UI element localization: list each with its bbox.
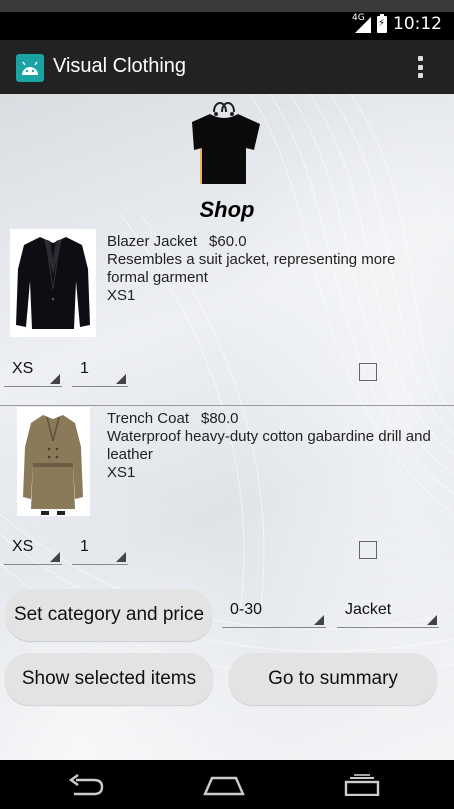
item-size: XS1 — [107, 464, 136, 481]
back-icon[interactable] — [66, 774, 106, 796]
signal-icon: 4G — [352, 13, 371, 33]
spinner-arrow-icon — [427, 615, 437, 625]
trench-coat-photo — [17, 407, 90, 516]
home-icon[interactable] — [202, 774, 246, 796]
status-bar: 4G ⚡ 10:12 — [0, 0, 454, 40]
size-spinner[interactable]: XS — [4, 358, 62, 387]
category-spinner[interactable]: Jacket — [337, 599, 439, 628]
category-value: Jacket — [345, 601, 392, 618]
item-name-price: Trench Coat $80.0 — [107, 410, 239, 427]
price-range-value: 0-30 — [230, 601, 263, 618]
item-description: Waterproof heavy-duty cotton gabardine d… — [107, 428, 431, 463]
item-description: Resembles a suit jacket, representing mo… — [107, 251, 396, 286]
item-divider — [0, 405, 454, 406]
spinner-arrow-icon — [50, 374, 60, 384]
app-title: Visual Clothing — [53, 55, 187, 77]
blazer-jacket-photo — [10, 229, 96, 337]
spinner-arrow-icon — [50, 552, 60, 562]
status-icons: 4G ⚡ 10:12 — [352, 13, 442, 34]
overflow-menu-icon[interactable] — [418, 56, 424, 78]
shop-title: Shop — [199, 197, 255, 222]
spinner-arrow-icon — [116, 374, 126, 384]
spinner-arrow-icon — [314, 615, 324, 625]
item-name: Blazer Jacket — [107, 233, 198, 250]
item-price: $80.0 — [200, 410, 239, 427]
spinner-arrow-icon — [116, 552, 126, 562]
price-range-spinner[interactable]: 0-30 — [222, 599, 326, 628]
size-spinner-value: XS — [12, 538, 34, 555]
android-icon — [16, 54, 44, 82]
navigation-bar — [0, 760, 454, 809]
shopping-bag-shirt-icon — [192, 102, 260, 184]
app-bar: Visual Clothing — [0, 40, 454, 94]
quantity-spinner-value: 1 — [80, 360, 89, 377]
recents-icon[interactable] — [342, 774, 382, 796]
size-spinner-value: XS — [12, 360, 34, 377]
select-item-checkbox[interactable] — [359, 541, 377, 559]
network-type: 4G — [352, 13, 365, 23]
battery-icon: ⚡ — [377, 13, 387, 33]
quantity-spinner[interactable]: 1 — [72, 536, 128, 565]
item-name: Trench Coat — [107, 410, 189, 427]
show-selected-items-button[interactable]: Show selected items — [5, 653, 213, 705]
main-content[interactable]: Shop Blazer Jacket $60.0 Resembles a suit… — [0, 94, 454, 760]
select-item-checkbox[interactable] — [359, 363, 377, 381]
quantity-spinner[interactable]: 1 — [72, 358, 128, 387]
item-name-price: Blazer Jacket $60.0 — [107, 233, 247, 250]
quantity-spinner-value: 1 — [80, 538, 89, 555]
size-spinner[interactable]: XS — [4, 536, 62, 565]
set-category-price-button[interactable]: Set category and price — [6, 589, 212, 641]
item-price: $60.0 — [209, 233, 247, 250]
status-time: 10:12 — [393, 14, 442, 34]
item-size: XS1 — [107, 287, 136, 304]
go-to-summary-button[interactable]: Go to summary — [229, 653, 437, 705]
